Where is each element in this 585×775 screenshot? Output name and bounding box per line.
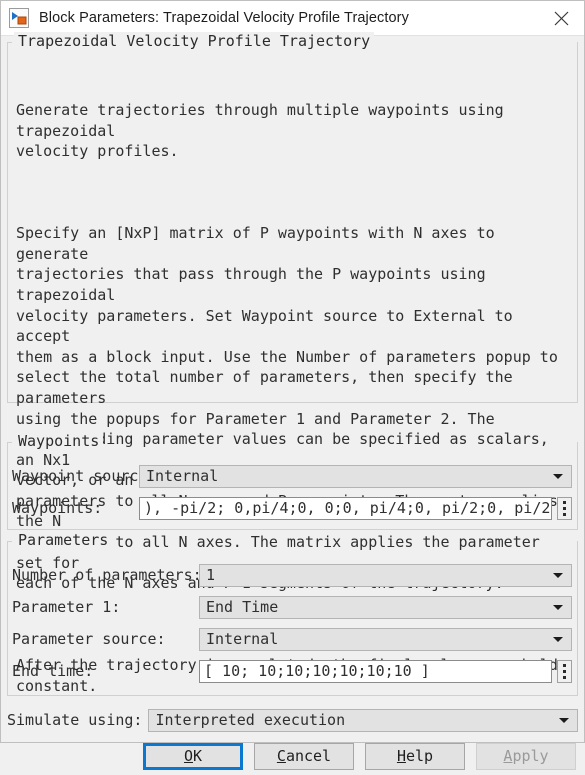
vertical-ellipsis-dot	[563, 663, 566, 667]
dialog-button-bar: OK Cancel Help Apply	[1, 743, 584, 775]
simulate-using-label: Simulate using:	[7, 711, 143, 729]
vertical-ellipsis-dot	[563, 500, 566, 504]
description-group: Trapezoidal Velocity Profile Trajectory …	[7, 32, 578, 695]
waypoints-group: Waypoints Waypoint source: Internal Wayp…	[7, 432, 578, 530]
chevron-down-icon	[559, 718, 569, 723]
description-group-legend: Trapezoidal Velocity Profile Trajectory	[14, 32, 375, 51]
apply-button-mnemonic: A	[503, 747, 513, 765]
apply-button-label: pply	[512, 747, 549, 765]
end-time-input[interactable]: [ 10; 10;10;10;10;10;10 ]	[199, 659, 552, 683]
end-time-label: End time:	[12, 662, 94, 680]
number-of-parameters-row: Number of parameters: 1	[8, 563, 577, 587]
cancel-button[interactable]: Cancel	[254, 743, 354, 770]
chevron-down-icon	[553, 637, 563, 642]
vertical-ellipsis-dot	[563, 675, 566, 679]
block-parameters-dialog: Block Parameters: Trapezoidal Velocity P…	[0, 0, 585, 770]
description-paragraph-1: Generate trajectories through multiple w…	[16, 101, 504, 161]
waypoints-row: Waypoints: ), -pi/2; 0,pi/4;0, 0;0, pi/4…	[8, 496, 577, 520]
window-title: Block Parameters: Trapezoidal Velocity P…	[39, 10, 409, 26]
simulate-using-row: Simulate using: Interpreted execution	[7, 708, 578, 732]
parameter-source-select[interactable]: Internal	[199, 627, 572, 651]
vertical-ellipsis-dot	[563, 506, 566, 510]
chevron-down-icon	[553, 474, 563, 479]
parameter-1-label: Parameter 1:	[12, 598, 121, 616]
waypoint-source-select[interactable]: Internal	[139, 464, 572, 488]
chevron-down-icon	[553, 573, 563, 578]
parameter-1-value: End Time	[206, 598, 279, 616]
ok-button[interactable]: OK	[143, 743, 243, 770]
waypoints-value: ), -pi/2; 0,pi/4;0, 0;0, pi/4;0, pi/2;0,…	[144, 499, 551, 517]
simulate-using-value: Interpreted execution	[155, 711, 346, 729]
parameter-source-label: Parameter source:	[12, 630, 166, 648]
waypoints-input[interactable]: ), -pi/2; 0,pi/4;0, 0;0, pi/4;0, pi/2;0,…	[139, 496, 552, 520]
end-time-row: End time: [ 10; 10;10;10;10;10;10 ]	[8, 659, 577, 683]
close-icon[interactable]	[539, 1, 584, 35]
waypoint-source-value: Internal	[146, 467, 219, 485]
vertical-ellipsis-dot	[563, 512, 566, 516]
ok-button-label: K	[193, 747, 203, 765]
waypoint-source-label: Waypoint source:	[12, 467, 157, 485]
ok-button-mnemonic: O	[183, 747, 193, 765]
help-button-mnemonic: H	[396, 747, 406, 765]
help-button[interactable]: Help	[365, 743, 465, 770]
simulate-using-select[interactable]: Interpreted execution	[148, 708, 578, 732]
vertical-ellipsis-dot	[563, 669, 566, 673]
chevron-down-icon	[553, 605, 563, 610]
parameter-1-row: Parameter 1: End Time	[8, 595, 577, 619]
simulink-block-icon	[8, 7, 30, 29]
waypoints-group-legend: Waypoints	[14, 432, 104, 451]
cancel-button-label: ancel	[285, 747, 332, 765]
parameters-group-legend: Parameters	[14, 531, 113, 550]
dialog-body: Trapezoidal Velocity Profile Trajectory …	[1, 32, 584, 770]
parameters-group: Parameters Number of parameters: 1 Param…	[7, 531, 578, 696]
end-time-value: [ 10; 10;10;10;10;10;10 ]	[204, 662, 430, 680]
number-of-parameters-label: Number of parameters:	[12, 566, 202, 584]
waypoint-source-row: Waypoint source: Internal	[8, 464, 577, 488]
parameter-source-row: Parameter source: Internal	[8, 627, 577, 651]
cancel-button-mnemonic: C	[276, 747, 286, 765]
number-of-parameters-value: 1	[206, 566, 216, 584]
help-button-label: elp	[405, 747, 434, 765]
waypoints-label: Waypoints:	[12, 499, 103, 517]
apply-button: Apply	[476, 743, 576, 770]
parameter-1-select[interactable]: End Time	[199, 595, 572, 619]
parameter-source-value: Internal	[206, 630, 279, 648]
number-of-parameters-select[interactable]: 1	[199, 563, 572, 587]
end-time-more-button[interactable]	[557, 659, 572, 683]
waypoints-more-button[interactable]	[557, 496, 572, 520]
title-bar: Block Parameters: Trapezoidal Velocity P…	[1, 1, 584, 36]
